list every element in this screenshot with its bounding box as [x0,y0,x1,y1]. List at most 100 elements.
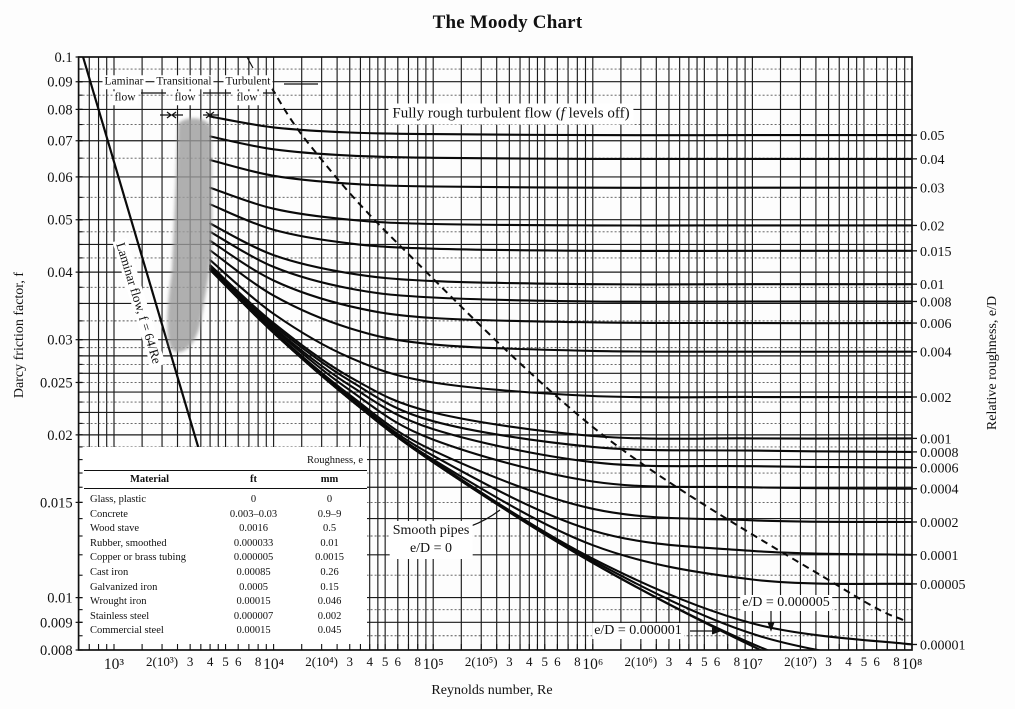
top-boundary-arrow [246,56,254,69]
table-row: Wood stave 0.0016 0.5 [84,522,367,537]
table-cell-ft: 0.000007 [233,610,274,622]
right-tick-label: 0.015 [920,245,952,260]
region-label-transitional: Transitional [154,75,214,89]
smooth-pipes-label-line2: e/D = 0 [409,541,453,556]
table-cell-material: Commercial steel [90,625,164,637]
x-tick-label: 2(10⁴) [305,654,338,669]
right-tick-label: 0.004 [920,346,952,361]
y-tick-label: 0.09 [47,75,72,91]
x-tick-label: 6 [395,654,402,669]
table-header-ft: ft [250,474,257,485]
table-cell-ft: 0.0016 [239,523,268,535]
right-tick-label: 0.0004 [920,483,959,498]
x-tick-label: 10⁸ [902,656,923,673]
y-tick-label: 0.06 [47,170,72,186]
fully-rough-label-suffix: levels off) [564,105,630,122]
smooth-pipes-label: Smooth pipes e/D = 0 [389,521,473,559]
table-cell-material: Galvanized iron [90,581,158,593]
x-tick-label: 4 [207,654,214,669]
x-tick-label: 6 [873,654,880,669]
y-tick-label: 0.05 [47,213,72,229]
table-row: Glass, plastic 0 0 [84,493,367,508]
fully-rough-label-prefix: Fully rough turbulent flow ( [392,105,561,122]
region-label-laminar: Laminar [102,75,146,89]
table-cell-ft: 0.0005 [239,581,268,593]
x-tick-label: 2(10⁷) [784,654,817,669]
table-cell-mm: 0.0015 [315,552,344,564]
x-tick-label: 3 [346,654,353,669]
region-label-turbulent: Turbulent [223,75,273,89]
table-cell-material: Wrought iron [90,596,147,608]
table-header-material: Material [129,474,170,485]
x-tick-label: 3 [506,654,513,669]
table-cell-mm: 0.046 [317,596,342,608]
table-group-header: Roughness, e [84,452,367,471]
x-tick-label: 8 [734,654,741,669]
smooth-pipes-pointer [470,509,501,527]
friction-curve-2 [209,158,912,189]
table-cell-ft: 0.000033 [233,537,274,549]
x-tick-label: 10⁶ [582,656,603,673]
x-tick-label: 2(10⁶) [624,654,657,669]
x-tick-label: 4 [526,654,533,669]
table-cell-mm: 0.002 [317,610,342,622]
laminar-boundary-marker [160,111,183,119]
eraser-smudge [167,118,212,353]
right-tick-label: 0.00005 [920,578,966,593]
right-tick-label: 0.03 [920,182,945,197]
x-tick-label: 5 [222,654,229,669]
right-tick-label: 0.00001 [920,638,966,653]
ed-000001-label: e/D = 0.000001 [592,623,684,639]
right-tick-label: 0.0008 [920,446,959,461]
x-tick-label: 5 [861,654,868,669]
table-cell-material: Copper or brass tubing [90,552,186,564]
table-header-mm: mm [320,474,339,485]
y-tick-label: 0.008 [40,643,73,659]
friction-curve-1 [209,135,912,160]
y-axis-title: Darcy friction factor, f [12,271,27,399]
x-tick-label: 8 [414,654,421,669]
x-tick-label: 8 [893,654,900,669]
table-row: Commercial steel 0.00015 0.045 [84,624,367,639]
x-tick-label: 5 [382,654,389,669]
table-cell-mm: 0 [326,494,333,505]
friction-curve-7 [209,239,912,325]
table-cell-material: Concrete [90,508,128,520]
table-cell-material: Stainless steel [90,610,150,622]
right-tick-label: 0.006 [920,317,952,332]
table-cell-ft: 0.003–0.03 [229,508,278,520]
table-row: Copper or brass tubing 0.000005 0.0015 [84,551,367,566]
right-tick-label: 0.01 [920,278,945,293]
roughness-table: Roughness, e Material ft mm Glass, plast… [84,452,367,639]
x-tick-label: 6 [554,654,561,669]
region-label-turbulent-flow: flow [234,91,260,105]
x-tick-label: 3 [666,654,673,669]
x-tick-label: 2(10⁵) [465,654,498,669]
x-tick-label: 8 [574,654,581,669]
x-tick-label: 4 [845,654,852,669]
x-tick-label: 8 [255,654,262,669]
table-row: Wrought iron 0.00015 0.046 [84,595,367,610]
table-cell-mm: 0.9–9 [317,508,342,520]
x-tick-label: 6 [235,654,242,669]
x-tick-label: 10⁷ [742,656,763,673]
table-header-row: Material ft mm [84,471,367,489]
x-tick-label: 5 [542,654,549,669]
region-label-laminar-flow: flow [112,91,138,105]
x-tick-label: 4 [686,654,693,669]
moody-chart-figure: 10³ 2(10³) 3 4 5 6 8 10⁴ 2(10⁴) 3 4 5 6 8 10⁵ 2(10⁵) 3 4 5… [0,0,1015,709]
table-row: Cast iron 0.00085 0.26 [84,566,367,581]
x-tick-label: 6 [714,654,721,669]
right-tick-label: 0.0006 [920,462,959,477]
y-tick-label: 0.1 [54,50,72,66]
table-body: Glass, plastic 0 0 Concrete 0.003–0.03 0.9–9 W… [84,489,367,639]
table-cell-mm: 0.15 [320,581,339,593]
table-row: Stainless steel 0.000007 0.002 [84,610,367,625]
right-tick-label: 0.002 [920,391,952,406]
y-tick-label: 0.04 [47,265,73,281]
table-cell-mm: 0.01 [320,537,339,549]
ed-000005-label: e/D = 0.000005 [740,595,832,611]
right-tick-label: 0.008 [920,295,952,310]
x-tick-label: 10⁵ [423,656,444,673]
y-tick-label: 0.03 [47,333,72,349]
